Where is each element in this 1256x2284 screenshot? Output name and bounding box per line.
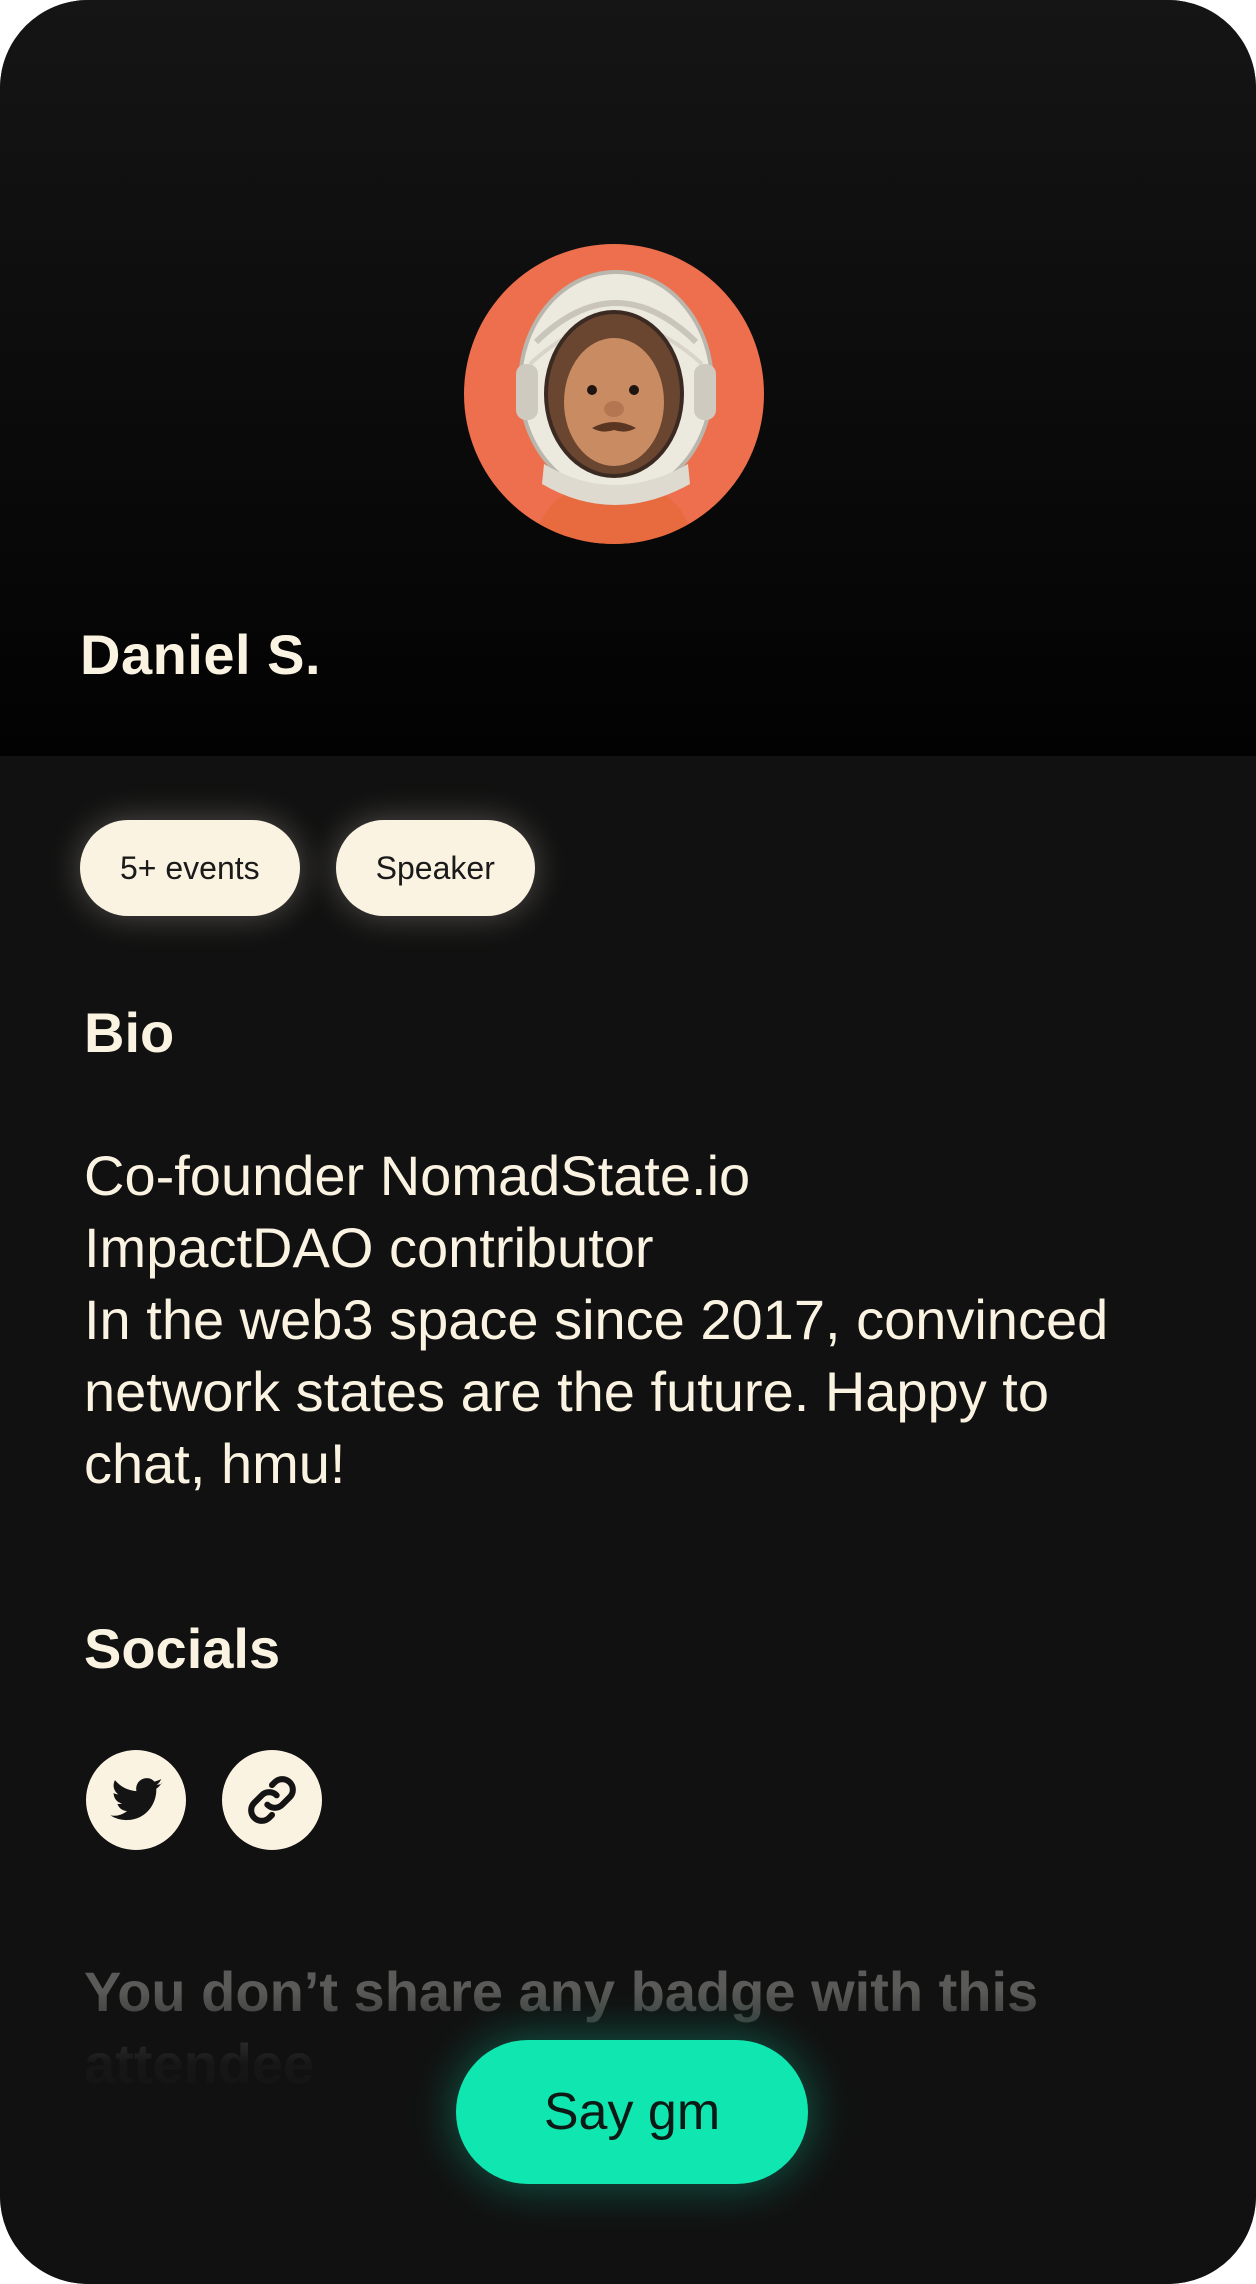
twitter-icon: [110, 1778, 163, 1821]
profile-name: Daniel S.: [80, 623, 322, 686]
profile-badges: 5+ events Speaker: [80, 820, 535, 916]
profile-screen: Daniel S. 5+ events Speaker Bio Co-found…: [0, 0, 1256, 2284]
link-button[interactable]: [222, 1750, 322, 1850]
socials-heading: Socials: [84, 1617, 281, 1680]
profile-header: Daniel S.: [0, 0, 1256, 756]
socials-list: [86, 1750, 322, 1850]
twitter-button[interactable]: [86, 1750, 186, 1850]
say-gm-button[interactable]: Say gm: [456, 2040, 808, 2184]
bio-heading: Bio: [84, 1001, 175, 1064]
badge-speaker: Speaker: [335, 820, 535, 916]
avatar: [464, 244, 764, 544]
astronaut-icon: [516, 270, 716, 544]
link-icon: [248, 1776, 296, 1824]
bio-text: Co-founder NomadState.io ImpactDAO contr…: [84, 1144, 1109, 1495]
badge-events: 5+ events: [80, 820, 300, 916]
